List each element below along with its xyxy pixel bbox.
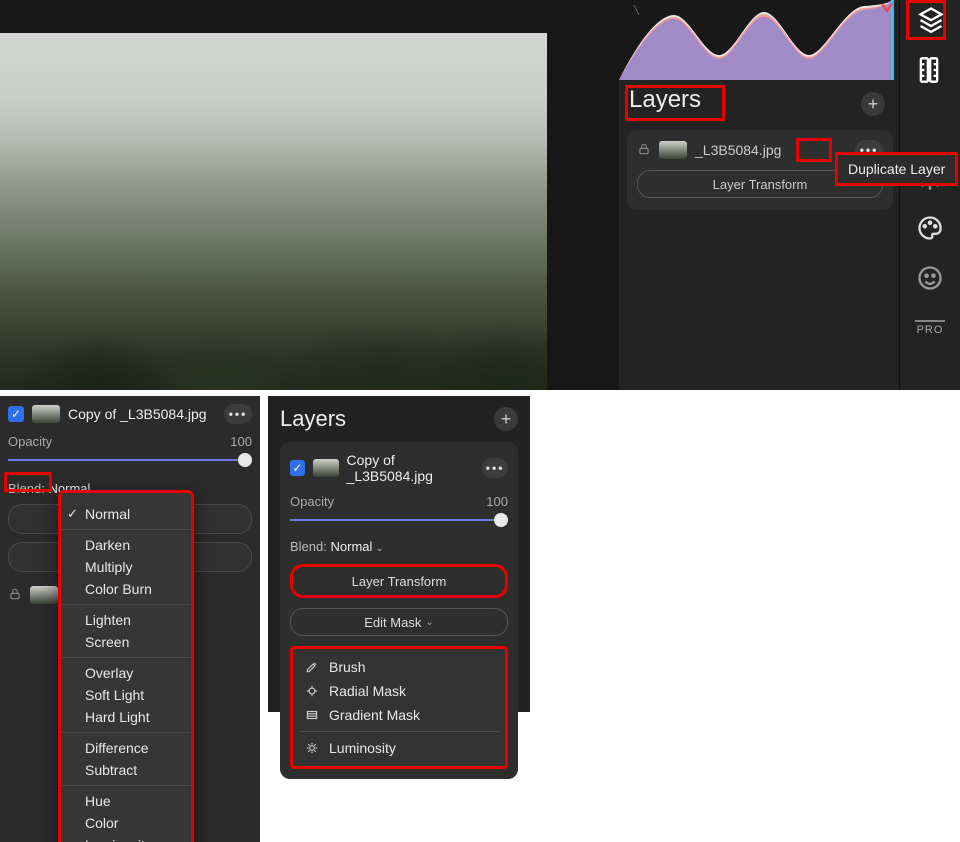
- layer-visible-checkbox[interactable]: ✓: [8, 406, 24, 422]
- blend-option-multiply[interactable]: Multiply: [61, 556, 191, 578]
- layer-options-button[interactable]: •••: [482, 458, 508, 478]
- blend-option-hard-light[interactable]: Hard Light: [61, 706, 191, 728]
- blend-option-subtract[interactable]: Subtract: [61, 759, 191, 781]
- blend-option-lighten[interactable]: Lighten: [61, 609, 191, 631]
- mask-panel: Layers + ✓ Copy of _L3B5084.jpg ••• Opac…: [268, 396, 530, 712]
- blend-option-screen[interactable]: Screen: [61, 631, 191, 653]
- opacity-label: Opacity: [290, 494, 334, 509]
- layer-transform-button[interactable]: Layer Transform: [290, 564, 508, 598]
- blend-option-luminosity[interactable]: Luminosity: [61, 834, 191, 842]
- blend-option-color-burn[interactable]: Color Burn: [61, 578, 191, 600]
- layer-thumbnail: [659, 141, 687, 159]
- blend-label: Blend:: [290, 539, 327, 554]
- mask-option-gradient[interactable]: Gradient Mask: [297, 703, 501, 727]
- top-screenshot: Layers + _L3B5084.jpg ••• Layer Transfor…: [0, 0, 960, 390]
- layers-panel-title: Layers: [280, 406, 346, 432]
- brush-icon: [303, 660, 321, 674]
- mask-option-radial[interactable]: Radial Mask: [297, 679, 501, 703]
- blend-option-difference[interactable]: Difference: [61, 737, 191, 759]
- blend-option-darken[interactable]: Darken: [61, 534, 191, 556]
- adjustments-icon[interactable]: [914, 55, 944, 85]
- blend-option-soft-light[interactable]: Soft Light: [61, 684, 191, 706]
- palette-icon[interactable]: [915, 213, 945, 243]
- blend-mode-dropdown[interactable]: Normal⌄: [331, 539, 384, 554]
- blend-option-normal[interactable]: Normal: [61, 503, 191, 525]
- blend-mode-menu[interactable]: Normal DarkenMultiplyColor Burn LightenScr…: [58, 490, 194, 842]
- lock-icon: [637, 142, 651, 159]
- highlight-box-layers-icon: [906, 0, 946, 40]
- duplicate-layer-tooltip[interactable]: Duplicate Layer: [835, 152, 958, 186]
- highlight-box-blend-label: [4, 472, 52, 492]
- layer-thumbnail: [30, 586, 58, 604]
- opacity-slider[interactable]: [290, 513, 508, 527]
- blend-option-hue[interactable]: Hue: [61, 790, 191, 812]
- gradient-icon: [303, 708, 321, 722]
- canvas-image: [0, 33, 547, 390]
- luminosity-icon: [303, 741, 321, 755]
- add-layer-button[interactable]: +: [861, 92, 885, 116]
- blend-option-overlay[interactable]: Overlay: [61, 662, 191, 684]
- lock-icon: [8, 587, 22, 604]
- layer-thumbnail: [32, 405, 60, 423]
- opacity-slider[interactable]: [8, 453, 252, 467]
- mask-option-luminosity[interactable]: Luminosity: [297, 736, 501, 760]
- histogram: [619, 0, 894, 80]
- opacity-value: 100: [230, 434, 252, 449]
- highlight-box-layer-options: [796, 138, 832, 162]
- layer-name: Copy of _L3B5084.jpg: [347, 452, 475, 484]
- pro-badge: PRO: [915, 313, 945, 343]
- layers-panel: Layers + _L3B5084.jpg ••• Layer Transfor…: [619, 0, 899, 390]
- edit-mask-button[interactable]: Edit Mask⌄: [290, 608, 508, 636]
- mask-type-list: Brush Radial Mask Gradient Mask Luminosi…: [290, 646, 508, 769]
- layer-options-button[interactable]: •••: [224, 404, 252, 424]
- highlight-box-layers-title: [625, 85, 725, 121]
- mask-option-brush[interactable]: Brush: [297, 655, 501, 679]
- layer-name: Copy of _L3B5084.jpg: [68, 406, 207, 422]
- layer-thumbnail: [313, 459, 339, 477]
- layer-name: _L3B5084.jpg: [695, 142, 781, 158]
- layer-visible-checkbox[interactable]: ✓: [290, 460, 305, 476]
- blend-option-color[interactable]: Color: [61, 812, 191, 834]
- opacity-value: 100: [486, 494, 508, 509]
- face-icon[interactable]: [915, 263, 945, 293]
- radial-icon: [303, 684, 321, 698]
- opacity-label: Opacity: [8, 434, 52, 449]
- tool-rail: PRO: [899, 0, 960, 390]
- layer-card: ✓ Copy of _L3B5084.jpg ••• Opacity 100 B…: [280, 442, 518, 779]
- add-layer-button[interactable]: +: [494, 407, 518, 431]
